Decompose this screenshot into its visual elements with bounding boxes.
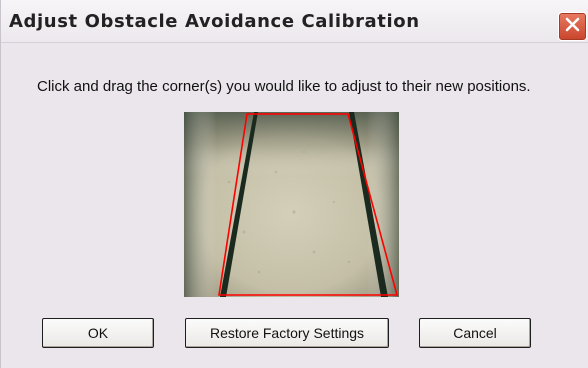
title-bar: Adjust Obstacle Avoidance Calibration (1, 0, 588, 43)
dialog-title: Adjust Obstacle Avoidance Calibration (9, 11, 420, 32)
close-icon (564, 16, 581, 38)
instructions-text: Click and drag the corner(s) you would l… (37, 78, 531, 95)
ok-button[interactable]: OK (42, 318, 154, 348)
restore-factory-settings-button[interactable]: Restore Factory Settings (185, 318, 389, 348)
camera-preview[interactable] (184, 112, 399, 297)
close-button[interactable] (558, 12, 587, 41)
cancel-button[interactable]: Cancel (419, 318, 531, 348)
calibration-dialog: Adjust Obstacle Avoidance Calibration Cl… (0, 0, 588, 368)
